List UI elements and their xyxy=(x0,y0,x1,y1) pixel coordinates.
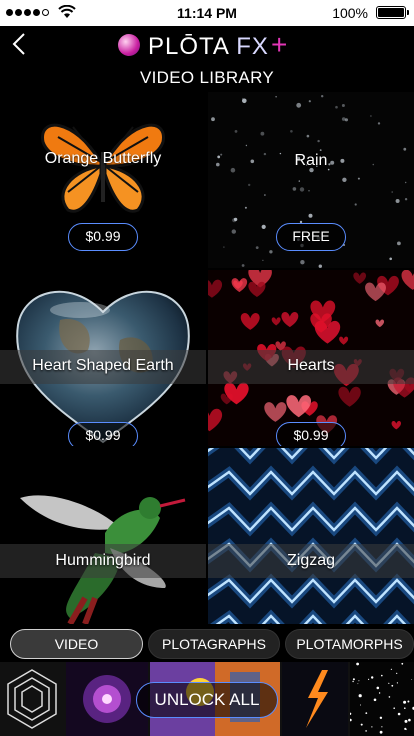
tile-title: Heart Shaped Earth xyxy=(32,357,174,374)
video-tile-zigzag[interactable]: Zigzag xyxy=(208,448,414,624)
price-button[interactable]: $0.99 xyxy=(68,223,138,251)
app-logo: PLŌTA FX+ xyxy=(118,29,289,60)
tile-title: Zigzag xyxy=(286,552,336,569)
battery-percentage: 100% xyxy=(332,5,368,21)
video-tile-orange-butterfly[interactable]: Orange Butterfly $0.99 xyxy=(0,92,206,268)
thumb-stars[interactable] xyxy=(350,662,414,736)
category-tabs: VIDEO PLOTAGRAPHS PLOTAMORPHS xyxy=(0,626,414,662)
video-tile-heart-shaped-earth[interactable]: Heart Shaped Earth $0.99 xyxy=(0,270,206,446)
video-grid: Orange Butterfly $0.99 Rain FREE Heart S… xyxy=(0,92,414,624)
status-bar: 11:14 PM 100% xyxy=(0,0,414,26)
hummingbird-thumbnail xyxy=(0,448,206,624)
logo-plus: + xyxy=(270,29,289,60)
thumb-lightning[interactable] xyxy=(282,662,348,736)
tab-plotamorphs[interactable]: PLOTAMORPHS xyxy=(285,629,414,659)
tile-title: Rain xyxy=(294,152,328,169)
battery-icon xyxy=(376,6,409,19)
tab-plotagraphs[interactable]: PLOTAGRAPHS xyxy=(148,629,280,659)
plota-logo-icon xyxy=(118,34,140,56)
price-button[interactable]: $0.99 xyxy=(276,422,346,446)
page-title: VIDEO LIBRARY xyxy=(140,68,274,87)
tile-title: Hearts xyxy=(287,357,335,374)
tile-title: Orange Butterfly xyxy=(44,150,162,167)
price-button[interactable]: FREE xyxy=(276,223,346,251)
price-button[interactable]: $0.99 xyxy=(68,422,138,446)
tab-video[interactable]: VIDEO xyxy=(10,629,143,659)
thumb-hexagon[interactable] xyxy=(0,662,64,736)
video-tile-rain[interactable]: Rain FREE xyxy=(208,92,414,268)
video-tile-hearts[interactable]: Hearts $0.99 xyxy=(208,270,414,446)
zigzag-thumbnail xyxy=(208,448,414,624)
unlock-all-button[interactable]: UNLOCK ALL xyxy=(136,682,278,718)
chevron-left-icon[interactable] xyxy=(8,30,32,58)
logo-fx: FX xyxy=(236,33,269,60)
tile-title: Hummingbird xyxy=(55,552,151,569)
video-tile-hummingbird[interactable]: Hummingbird xyxy=(0,448,206,624)
logo-text: PLŌTA xyxy=(148,33,229,60)
nav-bar: PLŌTA FX+ xyxy=(0,26,414,64)
